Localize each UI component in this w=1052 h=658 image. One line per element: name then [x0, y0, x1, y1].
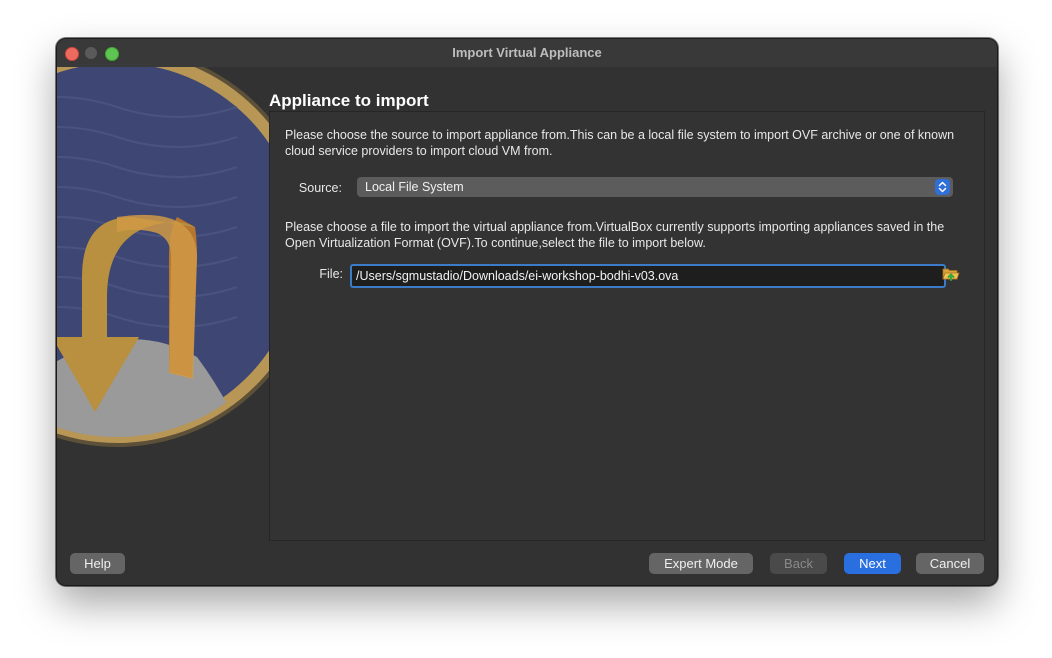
source-description: Please choose the source to import appli…	[285, 128, 955, 158]
import-appliance-window: Import Virtual Appliance Appliance to im…	[56, 38, 998, 586]
file-label: File:	[319, 267, 343, 281]
back-button[interactable]: Back	[770, 553, 827, 574]
next-button[interactable]: Next	[844, 553, 901, 574]
folder-open-icon[interactable]	[942, 266, 960, 287]
updown-chevron-icon[interactable]	[935, 179, 950, 195]
source-selected-value: Local File System	[365, 180, 464, 194]
file-description: Please choose a file to import the virtu…	[285, 220, 945, 250]
page-heading: Appliance to import	[269, 91, 429, 110]
expert-mode-button[interactable]: Expert Mode	[649, 553, 753, 574]
title-bar[interactable]: Import Virtual Appliance	[57, 39, 997, 67]
cancel-button[interactable]: Cancel	[916, 553, 984, 574]
source-select[interactable]: Local File System	[357, 177, 953, 197]
content-panel	[269, 111, 985, 541]
source-label: Source:	[298, 181, 342, 195]
file-path-input[interactable]: /Users/sgmustadio/Downloads/ei-workshop-…	[350, 264, 946, 288]
help-button[interactable]: Help	[70, 553, 125, 574]
window-title: Import Virtual Appliance	[452, 45, 602, 60]
